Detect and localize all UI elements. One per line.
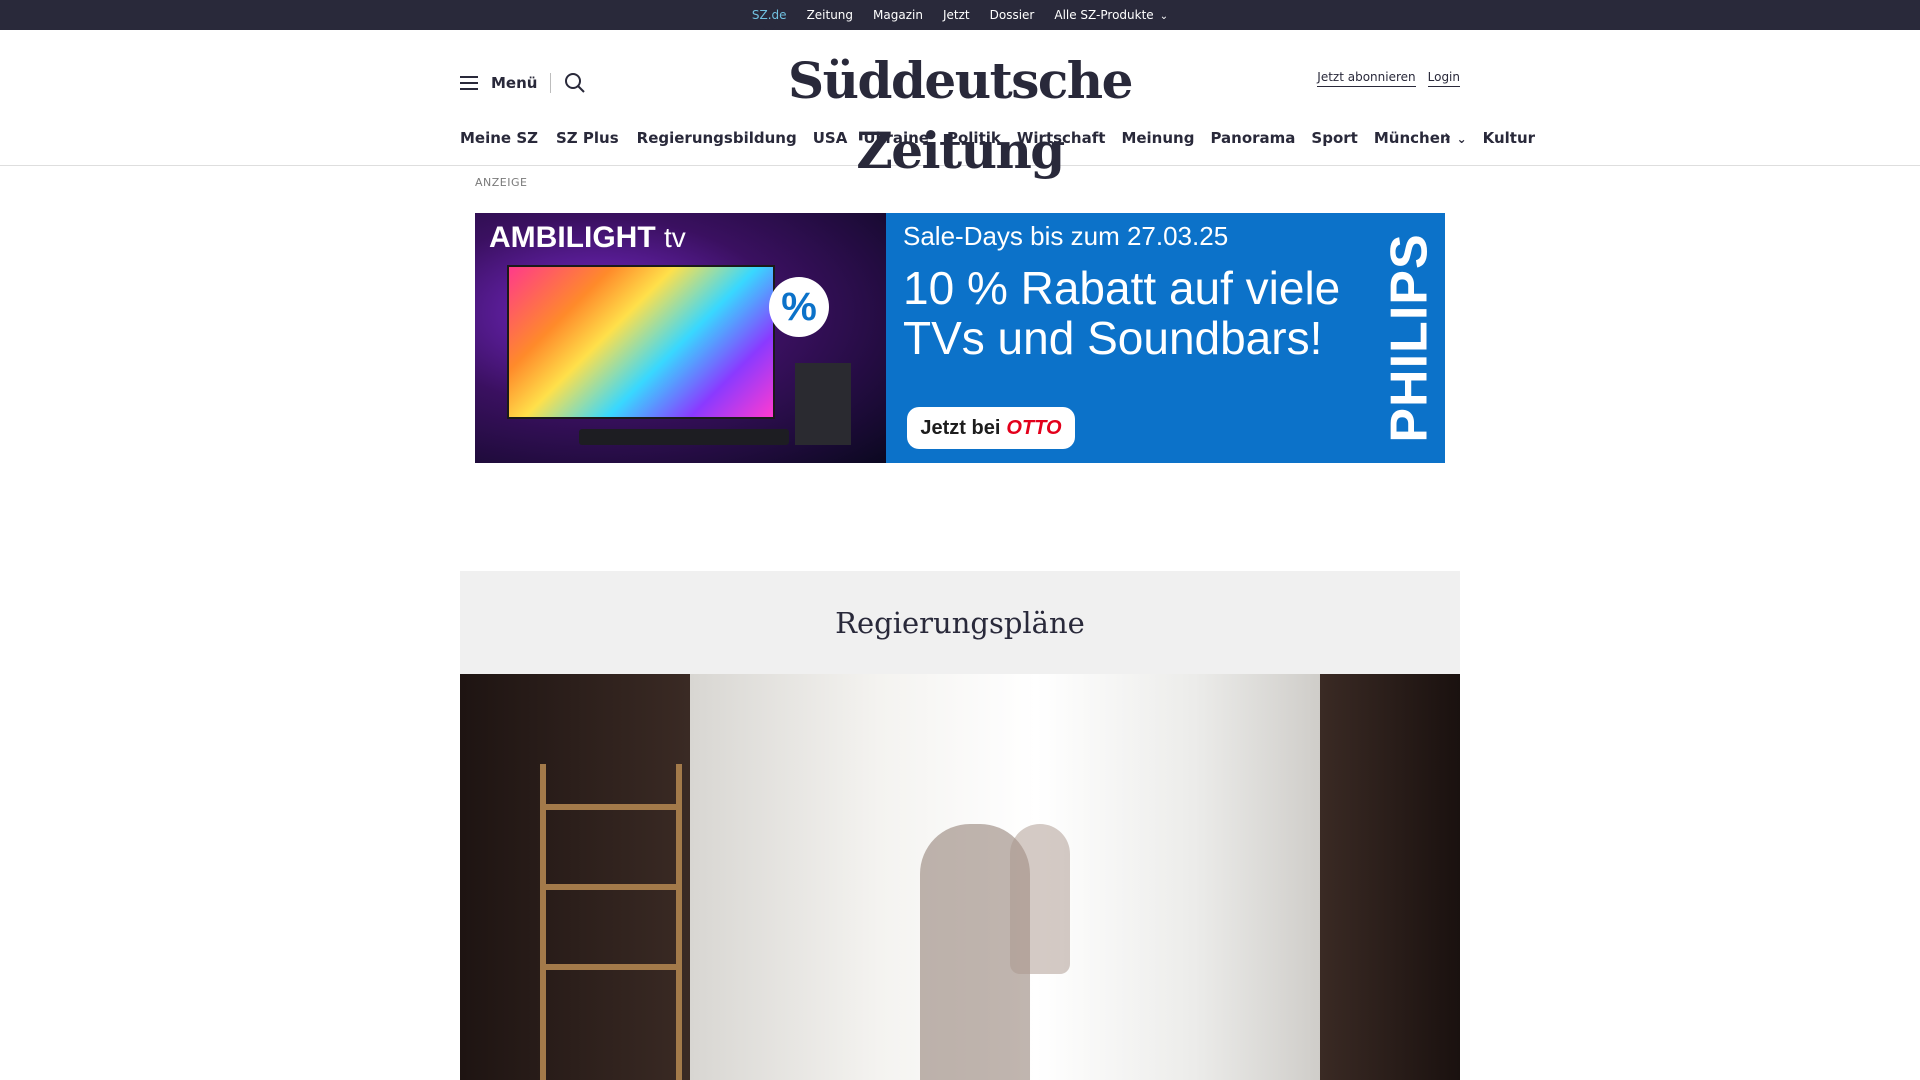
nav-item-regierungsbildung[interactable]: Regierungsbildung bbox=[637, 129, 797, 147]
site-logo[interactable]: Süddeutsche Zeitung bbox=[720, 46, 1200, 186]
login-link[interactable]: Login bbox=[1427, 70, 1460, 87]
subwoofer-image bbox=[795, 363, 851, 445]
ad-brand: AMBILIGHT tv bbox=[489, 221, 686, 255]
nav-item-meinung[interactable]: Meinung bbox=[1121, 129, 1194, 147]
ad-label: ANZEIGE bbox=[475, 176, 528, 189]
ad-product-image: AMBILIGHT tv % bbox=[475, 213, 886, 463]
nav-item-muenchen-label: München bbox=[1373, 129, 1451, 147]
subscribe-link[interactable]: Jetzt abonnieren bbox=[1317, 70, 1416, 87]
chevron-down-icon: ⌄ bbox=[1159, 11, 1169, 22]
nav-item-panorama[interactable]: Panorama bbox=[1210, 129, 1295, 147]
nav-item-wirtschaft[interactable]: Wirtschaft bbox=[1017, 129, 1106, 147]
philips-logo: PHILIPS bbox=[1375, 213, 1445, 463]
nav-item-sz-plus[interactable]: SZ Plus bbox=[556, 129, 619, 147]
all-products-label: Alle SZ-Produkte bbox=[1054, 8, 1154, 22]
ad-headline: 10 % Rabatt auf viele TVs und Soundbars! bbox=[903, 262, 1341, 364]
nav-item-muenchen[interactable]: München ⌄ bbox=[1374, 129, 1467, 147]
site-header: Menü Süddeutsche Zeitung Jetzt abonniere… bbox=[0, 30, 1920, 180]
curtain-right bbox=[1320, 674, 1460, 1080]
ad-cta-prefix: Jetzt bei bbox=[920, 416, 1001, 439]
menu-area: Menü bbox=[460, 72, 586, 94]
nav-item-sport[interactable]: Sport bbox=[1311, 129, 1357, 147]
hamburger-menu-icon[interactable] bbox=[460, 76, 478, 90]
ad-cta-button[interactable]: Jetzt bei OTTO bbox=[907, 407, 1075, 449]
main-navigation: Meine SZ SZ Plus Regierungsbildung USA U… bbox=[460, 126, 1535, 150]
percent-badge: % bbox=[769, 277, 829, 337]
section-title[interactable]: Regierungspläne bbox=[835, 606, 1085, 640]
hero-image[interactable] bbox=[460, 674, 1460, 1080]
nav-item-meine-sz[interactable]: Meine SZ bbox=[460, 129, 538, 147]
chevron-down-icon: ⌄ bbox=[1456, 132, 1467, 146]
ad-brand-main: AMBILIGHT bbox=[489, 221, 656, 254]
search-icon[interactable] bbox=[564, 72, 586, 94]
topbar-link-magazin[interactable]: Magazin bbox=[873, 8, 923, 22]
topbar-link-zeitung[interactable]: Zeitung bbox=[807, 8, 853, 22]
nav-item-politik[interactable]: Politik bbox=[947, 129, 1001, 147]
ad-brand-tv: tv bbox=[663, 222, 686, 253]
divider bbox=[550, 73, 552, 93]
tv-image bbox=[507, 265, 775, 419]
ad-banner[interactable]: AMBILIGHT tv % Sale-Days bis zum 27.03.2… bbox=[475, 213, 1445, 463]
top-bar: SZ.de Zeitung Magazin Jetzt Dossier Alle… bbox=[0, 0, 1920, 33]
plant-shelf bbox=[540, 764, 682, 1080]
nav-item-usa[interactable]: USA bbox=[813, 129, 848, 147]
section-header: Regierungspläne bbox=[460, 571, 1460, 674]
topbar-link-jetzt[interactable]: Jetzt bbox=[943, 8, 970, 22]
nav-item-ukraine[interactable]: Ukraine bbox=[863, 129, 929, 147]
nav-item-kultur[interactable]: Kultur bbox=[1483, 129, 1535, 147]
otto-logo: OTTO bbox=[1006, 416, 1062, 439]
chevron-right-icon[interactable]: › bbox=[1444, 126, 1451, 147]
topbar-link-all-products[interactable]: Alle SZ-Produkte ⌄ bbox=[1054, 8, 1168, 22]
topbar-link-dossier[interactable]: Dossier bbox=[990, 8, 1035, 22]
topbar-link-szde[interactable]: SZ.de bbox=[752, 8, 787, 33]
child-silhouette bbox=[1010, 824, 1070, 974]
soundbar-image bbox=[579, 429, 789, 445]
account-links: Jetzt abonnieren Login bbox=[1317, 70, 1460, 87]
philips-logo-text: PHILIPS bbox=[1381, 233, 1440, 443]
menu-button[interactable]: Menü bbox=[491, 74, 537, 92]
ad-sale-text: Sale-Days bis zum 27.03.25 bbox=[903, 221, 1229, 251]
